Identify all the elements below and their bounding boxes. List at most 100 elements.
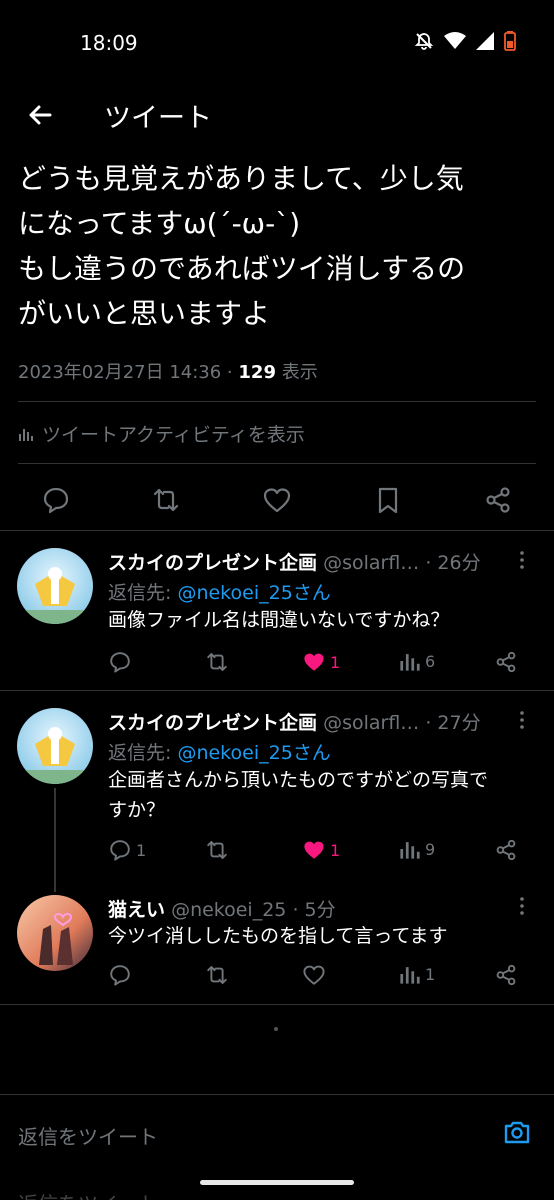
top-app-bar: ツイート (0, 86, 554, 150)
like-button[interactable]: 1 (302, 838, 340, 862)
status-icons (414, 31, 516, 51)
share-icon (494, 963, 518, 987)
reply-author-handle: @solarfl… (323, 552, 420, 574)
more-options-icon[interactable] (512, 710, 532, 730)
divider (18, 463, 536, 464)
reply-text-line: すか？ (108, 799, 166, 821)
view-count: 1 (425, 964, 436, 984)
like-icon (302, 963, 326, 987)
reply-icon[interactable] (41, 485, 71, 515)
tweet-view-count: 129 (238, 362, 276, 383)
notifications-off-icon (414, 31, 434, 51)
retweet-icon (205, 963, 229, 987)
like-button[interactable] (302, 963, 330, 987)
reply-to-label: 返信先: (108, 582, 178, 604)
reply-item[interactable]: 猫えい @nekoei_25 · 5分 今ツイ消ししたものを指して言ってます 1 (0, 880, 554, 1005)
home-indicator[interactable] (200, 1180, 354, 1185)
reply-time: · 5分 (292, 899, 336, 921)
page-title: ツイート (104, 103, 212, 134)
reply-to: 返信先: @nekoei_25さん (108, 738, 331, 765)
reply-icon (108, 650, 132, 674)
avatar[interactable] (17, 548, 93, 624)
like-filled-icon (302, 650, 326, 674)
retweet-icon (205, 650, 229, 674)
share-button[interactable] (494, 838, 518, 862)
views-button[interactable]: 6 (399, 650, 435, 672)
reply-action-bar: 1 6 (108, 650, 528, 676)
reply-item[interactable]: スカイのプレゼント企画 @solarfl… · 26分 返信先: @nekoei… (0, 531, 554, 691)
reply-author-handle: @solarfl… (323, 712, 420, 734)
reply-icon (108, 963, 132, 987)
tweet-line: もし違うのであればツイ消しするの (18, 252, 466, 285)
camera-icon[interactable] (502, 1117, 532, 1147)
reply-button[interactable] (108, 650, 136, 674)
bookmark-icon[interactable] (373, 485, 403, 515)
tweet-action-bar (0, 475, 554, 525)
view-count: 9 (425, 839, 436, 859)
reply-icon (108, 838, 132, 862)
reply-input-echo: 返信をツイート (18, 1188, 158, 1200)
analytics-icon (399, 838, 421, 860)
reply-to-label: 返信先: (108, 742, 178, 764)
wifi-icon (444, 32, 466, 50)
back-arrow-icon[interactable] (24, 98, 58, 132)
like-filled-icon (302, 838, 326, 862)
reply-author-name[interactable]: スカイのプレゼント企画 (108, 712, 317, 734)
analytics-icon (18, 426, 34, 442)
share-icon (494, 650, 518, 674)
retweet-icon (205, 838, 229, 862)
reply-text: 今ツイ消ししたものを指して言ってます (108, 925, 448, 947)
reply-text: 画像ファイル名は間違いないですかね？ (108, 609, 450, 631)
retweet-button[interactable] (205, 838, 229, 862)
like-button[interactable]: 1 (302, 650, 340, 674)
reply-to-mention[interactable]: @nekoei_25さん (177, 582, 330, 604)
reply-author-name[interactable]: スカイのプレゼント企画 (108, 552, 317, 574)
tweet-activity-link[interactable]: ツイートアクティビティを表示 (18, 420, 305, 447)
views-button[interactable]: 1 (399, 963, 435, 985)
views-button[interactable]: 9 (399, 838, 435, 860)
tweet-line: どうも見覚えがありまして、少し気 (18, 162, 464, 195)
tweet-line: になってますω(´-ω-`) (18, 207, 301, 240)
avatar[interactable] (17, 708, 93, 784)
reply-button[interactable] (108, 963, 136, 987)
reply-composer[interactable]: 返信をツイート (0, 1094, 554, 1170)
tweet-timestamp: 2023年02月27日 14:36 · (18, 362, 239, 383)
more-options-icon[interactable] (512, 550, 532, 570)
reply-header: スカイのプレゼント企画 @solarfl… · 27分 (108, 708, 481, 735)
reply-item[interactable]: スカイのプレゼント企画 @solarfl… · 27分 返信先: @nekoei… (0, 691, 554, 881)
battery-icon (504, 31, 516, 51)
retweet-button[interactable] (205, 650, 229, 674)
avatar[interactable] (17, 895, 93, 971)
reply-to: 返信先: @nekoei_25さん (108, 578, 331, 605)
reply-button[interactable]: 1 (108, 838, 146, 862)
signal-icon (476, 32, 494, 50)
divider (0, 1004, 554, 1005)
reply-text: 企画者さんから頂いたものですがどの写真で すか？ (108, 765, 533, 825)
share-button[interactable] (494, 963, 518, 987)
reply-count: 1 (136, 840, 147, 860)
reply-time: · 26分 (425, 552, 481, 574)
tweet-meta: 2023年02月27日 14:36 · 129 表示 (18, 358, 318, 384)
analytics-icon (399, 650, 421, 672)
reply-author-handle: @nekoei_25 (171, 899, 287, 921)
tweet-body: どうも見覚えがありまして、少し気 になってますω(´-ω-`) もし違うのであれ… (18, 156, 538, 336)
retweet-button[interactable] (205, 963, 229, 987)
reply-time: · 27分 (425, 712, 481, 734)
share-button[interactable] (494, 650, 518, 674)
reply-author-name[interactable]: 猫えい (108, 899, 165, 921)
retweet-icon[interactable] (151, 485, 181, 515)
share-icon[interactable] (483, 485, 513, 515)
reply-action-bar: 1 (108, 963, 528, 989)
reply-header: 猫えい @nekoei_25 · 5分 (108, 895, 336, 922)
activity-label: ツイートアクティビティを表示 (42, 424, 305, 446)
status-time: 18:09 (80, 31, 138, 55)
share-icon (494, 838, 518, 862)
reply-header: スカイのプレゼント企画 @solarfl… · 26分 (108, 548, 481, 575)
reply-to-mention[interactable]: @nekoei_25さん (177, 742, 330, 764)
reply-input[interactable]: 返信をツイート (18, 1121, 158, 1150)
view-count: 6 (425, 651, 436, 671)
reply-text-line: 企画者さんから頂いたものですがどの写真で (108, 769, 489, 791)
more-options-icon[interactable] (512, 896, 532, 916)
divider (18, 401, 536, 402)
like-icon[interactable] (262, 485, 292, 515)
